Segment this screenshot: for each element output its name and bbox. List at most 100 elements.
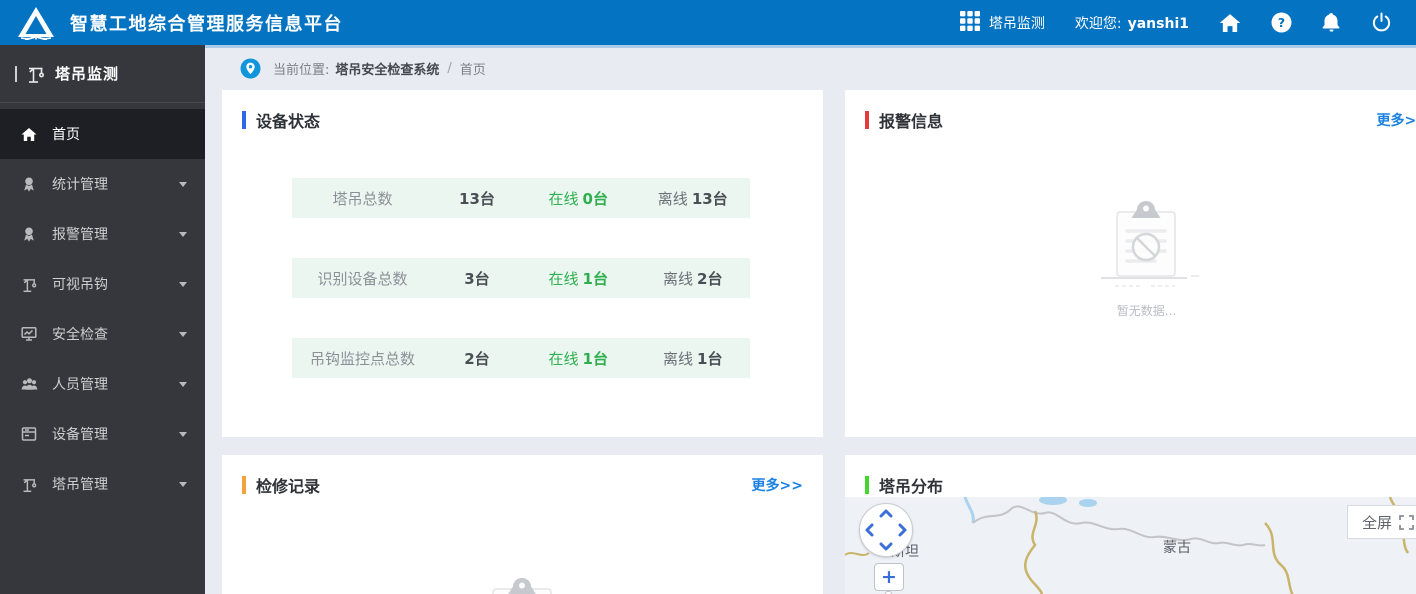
username: yanshi1 bbox=[1127, 15, 1189, 32]
table-row: 塔吊总数 13台 在线 0台 离线 13台 bbox=[292, 178, 750, 218]
maintenance-records-card: 检修记录 更多>> bbox=[222, 455, 823, 594]
chevron-down-icon bbox=[179, 481, 187, 487]
app-switcher-label: 塔吊监测 bbox=[988, 15, 1045, 32]
empty-state: 暂无数据... bbox=[1067, 198, 1227, 319]
home-icon bbox=[20, 127, 38, 142]
breadcrumb: 当前位置: 塔吊安全检查系统 / 首页 bbox=[240, 58, 486, 79]
device-status-card: 设备状态 塔吊总数 13台 在线 0台 离线 13台 识别设备总数 3台 在线 1台 … bbox=[222, 90, 823, 437]
map-pan-control[interactable] bbox=[859, 503, 913, 557]
crane-icon bbox=[20, 476, 38, 493]
sidebar-item-safety-check[interactable]: 安全检查 bbox=[0, 309, 205, 359]
row-label: 识别设备总数 bbox=[317, 269, 408, 288]
row-offline: 离线 13台 bbox=[657, 189, 728, 208]
chevron-down-icon bbox=[179, 231, 187, 237]
crane-icon bbox=[20, 276, 38, 293]
sidebar-item-label: 统计管理 bbox=[52, 177, 108, 193]
more-link[interactable]: 更多>> bbox=[1377, 110, 1416, 130]
sidebar-item-personnel[interactable]: 人员管理 bbox=[0, 359, 205, 409]
monitor-icon bbox=[20, 326, 38, 342]
chevron-down-icon bbox=[179, 281, 187, 287]
sidebar-item-alarm[interactable]: 报警管理 bbox=[0, 209, 205, 259]
sidebar-item-label: 设备管理 bbox=[52, 427, 108, 443]
sidebar-item-statistics[interactable]: 统计管理 bbox=[0, 159, 205, 209]
row-offline: 离线 1台 bbox=[663, 349, 723, 368]
help-icon[interactable]: ? bbox=[1271, 12, 1292, 33]
row-total: 2台 bbox=[464, 349, 490, 368]
header-divider bbox=[205, 45, 1416, 48]
row-total: 13台 bbox=[459, 189, 495, 208]
users-icon bbox=[20, 377, 38, 392]
card-title: 报警信息 bbox=[879, 112, 944, 131]
breadcrumb-separator: / bbox=[447, 61, 452, 76]
sidebar-item-crane-management[interactable]: 塔吊管理 bbox=[0, 459, 205, 509]
row-online: 在线 0台 bbox=[548, 189, 608, 208]
card-title: 设备状态 bbox=[256, 112, 321, 131]
location-pin-icon bbox=[240, 58, 261, 79]
fullscreen-icon bbox=[1399, 514, 1414, 530]
row-label: 塔吊总数 bbox=[332, 189, 393, 208]
pan-down-icon bbox=[879, 542, 893, 551]
tower-crane-icon bbox=[26, 64, 46, 84]
card-title: 塔吊分布 bbox=[879, 477, 944, 496]
row-online: 在线 1台 bbox=[548, 269, 608, 288]
chevron-down-icon bbox=[179, 381, 187, 387]
card-title: 检修记录 bbox=[256, 477, 321, 496]
row-online: 在线 1台 bbox=[548, 349, 608, 368]
pan-left-icon bbox=[865, 523, 874, 537]
fullscreen-label: 全屏 bbox=[1362, 513, 1393, 532]
medal-icon bbox=[20, 226, 38, 242]
top-header: 智慧工地综合管理服务信息平台 塔吊监测 欢迎您: yanshi1 ? bbox=[0, 0, 1416, 45]
sidebar-item-visual-hook[interactable]: 可视吊钩 bbox=[0, 259, 205, 309]
no-data-clipboard-icon bbox=[1100, 201, 1199, 287]
sidebar-item-home[interactable]: 首页 bbox=[0, 109, 205, 159]
sidebar-title-row: 塔吊监测 bbox=[0, 45, 205, 103]
bell-icon[interactable] bbox=[1322, 12, 1341, 33]
sidebar-title: 塔吊监测 bbox=[55, 65, 120, 83]
welcome-text: 欢迎您: yanshi1 bbox=[1074, 15, 1189, 32]
chevron-down-icon bbox=[179, 431, 187, 437]
alarm-info-card: 报警信息 更多>> 暂无数据... bbox=[845, 90, 1416, 437]
breadcrumb-system[interactable]: 塔吊安全检查系统 bbox=[335, 59, 439, 78]
empty-state bbox=[443, 575, 603, 594]
server-icon bbox=[20, 426, 38, 442]
card-accent-bar bbox=[865, 476, 869, 494]
card-accent-bar bbox=[242, 111, 246, 129]
map-zoom-in-button[interactable]: + bbox=[874, 563, 904, 591]
chevron-down-icon bbox=[179, 181, 187, 187]
map-fullscreen-button[interactable]: 全屏 bbox=[1347, 505, 1416, 539]
sidebar: 塔吊监测 首页 统计管理 报警管理 可视吊钩 安全检查 人员管理 设备管理 塔吊… bbox=[0, 45, 205, 594]
sidebar-item-label: 人员管理 bbox=[52, 377, 108, 393]
grid-icon bbox=[959, 10, 981, 36]
app-title: 智慧工地综合管理服务信息平台 bbox=[70, 13, 343, 35]
sidebar-item-label: 报警管理 bbox=[52, 227, 108, 243]
map-canvas[interactable]: 斯坦 蒙古 + 全屏 bbox=[845, 497, 1416, 594]
sidebar-nav: 首页 统计管理 报警管理 可视吊钩 安全检查 人员管理 设备管理 塔吊管理 bbox=[0, 103, 205, 509]
empty-state-text: 暂无数据... bbox=[1116, 304, 1177, 318]
sidebar-item-label: 首页 bbox=[52, 127, 80, 143]
crane-distribution-card: 塔吊分布 斯坦 蒙古 + 全屏 bbox=[845, 455, 1416, 594]
breadcrumb-prefix: 当前位置: bbox=[273, 63, 330, 78]
sidebar-item-label: 安全检查 bbox=[52, 327, 108, 343]
svg-text:?: ? bbox=[1278, 15, 1285, 30]
row-offline: 离线 2台 bbox=[663, 269, 723, 288]
table-row: 识别设备总数 3台 在线 1台 离线 2台 bbox=[292, 258, 750, 298]
row-label: 吊钩监控点总数 bbox=[309, 349, 415, 368]
sidebar-item-label: 塔吊管理 bbox=[52, 477, 108, 493]
pan-up-icon bbox=[879, 509, 893, 518]
more-link[interactable]: 更多>> bbox=[752, 475, 803, 495]
medal-icon bbox=[20, 176, 38, 192]
home-icon[interactable] bbox=[1219, 13, 1241, 33]
power-icon[interactable] bbox=[1371, 12, 1392, 33]
map-terrain bbox=[845, 497, 1410, 594]
app-switcher[interactable]: 塔吊监测 bbox=[959, 10, 1045, 36]
device-status-table: 塔吊总数 13台 在线 0台 离线 13台 识别设备总数 3台 在线 1台 离线 2台 … bbox=[292, 178, 750, 418]
chevron-down-icon bbox=[179, 331, 187, 337]
row-total: 3台 bbox=[464, 269, 490, 288]
pan-right-icon bbox=[898, 523, 907, 537]
breadcrumb-current: 首页 bbox=[459, 63, 486, 78]
sidebar-item-equipment[interactable]: 设备管理 bbox=[0, 409, 205, 459]
title-bar-decor bbox=[15, 65, 17, 82]
card-accent-bar bbox=[242, 476, 246, 494]
brand-logo-icon bbox=[16, 6, 56, 40]
table-row: 吊钩监控点总数 2台 在线 1台 离线 1台 bbox=[292, 338, 750, 378]
